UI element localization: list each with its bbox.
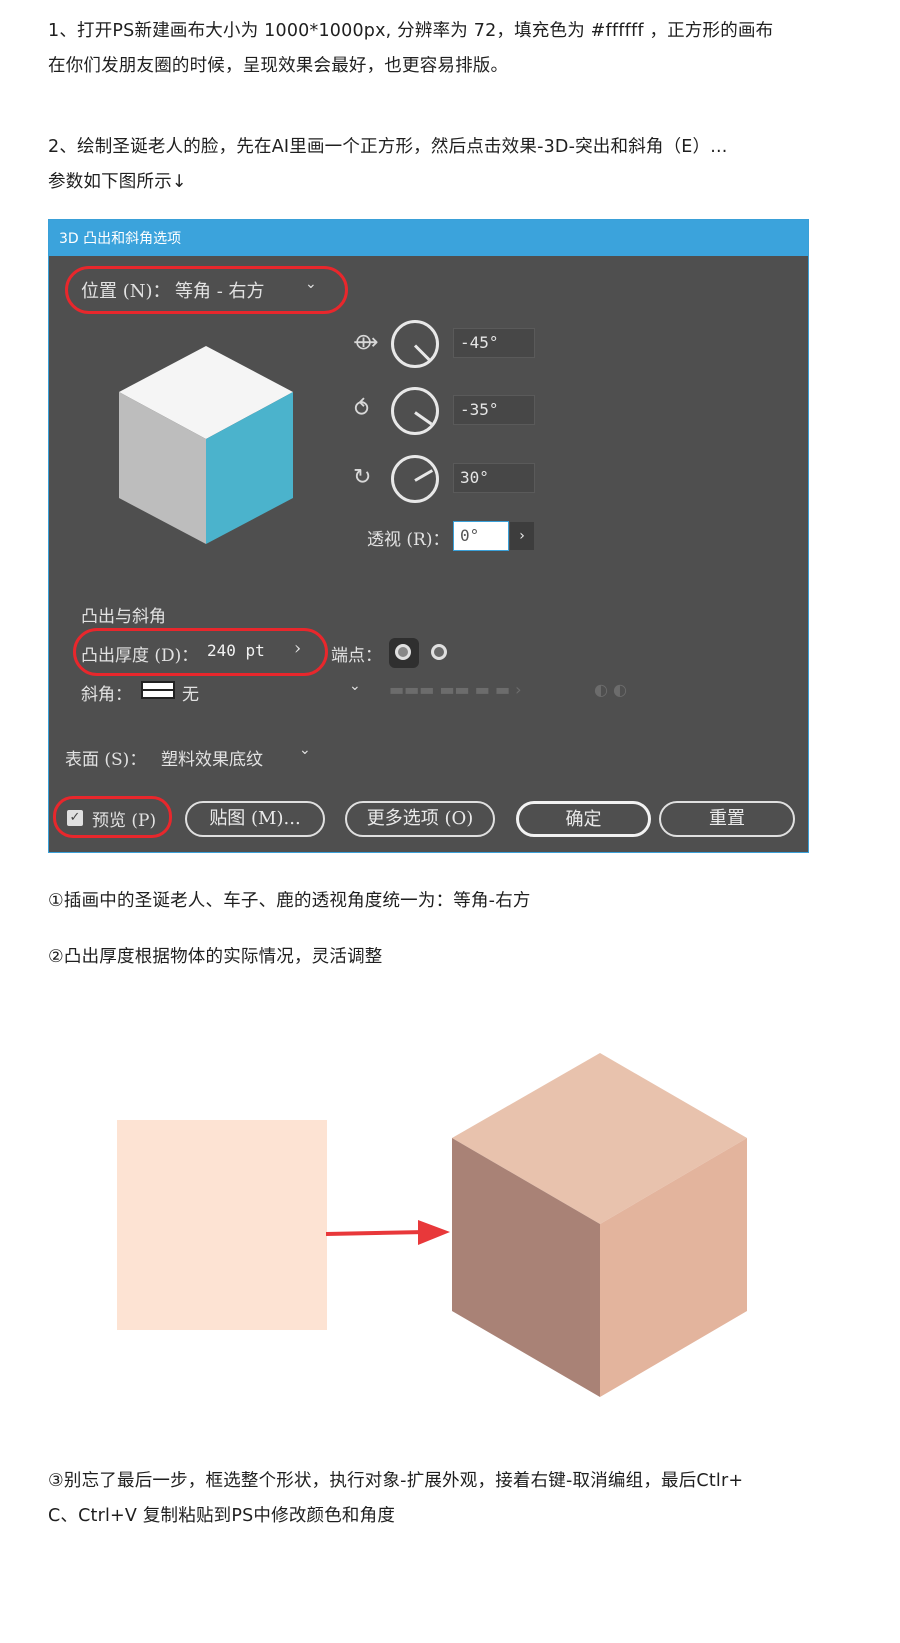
chevron-down-icon[interactable]: ⌄: [349, 678, 361, 694]
bevel-mode-disabled-icons: ◐ ◐: [594, 680, 628, 699]
intro-line-1: 1、打开PS新建画布大小为 1000*1000px, 分辨率为 72，填充色为 …: [48, 21, 774, 41]
cap-off-icon[interactable]: [425, 638, 455, 668]
ok-button[interactable]: 确定: [516, 801, 651, 837]
reset-button[interactable]: 重置: [659, 801, 795, 837]
position-label: 位置 (N)：: [81, 281, 171, 302]
chevron-down-icon[interactable]: ⌄: [305, 276, 317, 292]
isometric-cube: [452, 1053, 747, 1397]
map-button[interactable]: 贴图 (M)...: [185, 801, 325, 837]
chevron-down-icon[interactable]: ⌄: [299, 742, 311, 758]
3d-extrude-bevel-dialog: 3D 凸出和斜角选项 位置 (N)： 等角 - 右方 ⌄ ⟴ -45° ⥀ -3…: [48, 219, 809, 853]
surface-label: 表面 (S)：: [65, 750, 147, 770]
position-select[interactable]: 等角 - 右方: [175, 277, 265, 303]
rotation-z-dial[interactable]: [391, 455, 439, 503]
note-1: ①插画中的圣诞老人、车子、鹿的透视角度统一为：等角-右方: [48, 884, 828, 919]
checkbox-icon[interactable]: ✓: [67, 810, 83, 826]
rotation-y-dial[interactable]: [391, 387, 439, 435]
chevron-right-icon[interactable]: ›: [510, 522, 534, 550]
extrude-depth-input[interactable]: 240 pt: [201, 637, 283, 667]
preview-label: 预览 (P): [92, 811, 157, 831]
rotate-z-icon: ↻: [353, 465, 372, 490]
cap-label: 端点：: [331, 646, 382, 666]
perspective-label: 透视 (R)：: [367, 530, 450, 550]
step2-line-1: 2、绘制圣诞老人的脸，先在AI里画一个正方形，然后点击效果-3D-突出和斜角（E…: [48, 137, 728, 157]
note-2-text: ②凸出厚度根据物体的实际情况，灵活调整: [48, 947, 383, 967]
bevel-swatch: [141, 681, 175, 699]
rotate-x-icon: ⟴: [353, 330, 379, 355]
chevron-right-icon[interactable]: ›: [294, 638, 301, 659]
note-3-line-2: C、Ctrl+V 复制粘贴到PS中修改颜色和角度: [48, 1506, 396, 1526]
rotation-x-input[interactable]: -45°: [453, 328, 535, 358]
step2-paragraph: 2、绘制圣诞老人的脸，先在AI里画一个正方形，然后点击效果-3D-突出和斜角（E…: [48, 130, 828, 200]
rotation-y-input[interactable]: -35°: [453, 395, 535, 425]
dialog-title: 3D 凸出和斜角选项: [49, 220, 808, 256]
flat-square: [117, 1120, 327, 1330]
note-3: ③别忘了最后一步，框选整个形状，执行对象-扩展外观，接着右键-取消编组，最后Ct…: [48, 1464, 838, 1534]
note-3-line-1: ③别忘了最后一步，框选整个形状，执行对象-扩展外观，接着右键-取消编组，最后Ct…: [48, 1471, 744, 1491]
arrow-right-icon: [326, 1220, 450, 1245]
cap-on-icon[interactable]: [389, 638, 419, 668]
more-options-button[interactable]: 更多选项 (O): [345, 801, 495, 837]
intro-line-2: 在你们发朋友圈的时候，呈现效果会最好，也更容易排版。: [48, 56, 509, 76]
bevel-select[interactable]: 无: [182, 680, 199, 705]
extrude-section-title: 凸出与斜角: [81, 607, 166, 627]
bevel-label: 斜角：: [81, 685, 132, 705]
perspective-input[interactable]: 0°: [453, 521, 509, 551]
rotate-y-icon: ⥀: [354, 397, 370, 422]
cube-preview[interactable]: [119, 346, 294, 546]
note-1-text: ①插画中的圣诞老人、车子、鹿的透视角度统一为：等角-右方: [48, 891, 531, 911]
rotation-x-dial[interactable]: [391, 320, 439, 368]
step2-line-2: 参数如下图所示↓: [48, 172, 187, 192]
bevel-height-disabled: ▬▬▬ ▬▬ ▬ ▬ ›: [389, 680, 522, 699]
note-2: ②凸出厚度根据物体的实际情况，灵活调整: [48, 940, 828, 975]
rotation-z-input[interactable]: 30°: [453, 463, 535, 493]
extrude-depth-label: 凸出厚度 (D)：: [81, 646, 199, 666]
surface-select[interactable]: 塑料效果底纹: [161, 745, 263, 770]
intro-paragraph: 1、打开PS新建画布大小为 1000*1000px, 分辨率为 72，填充色为 …: [48, 14, 828, 84]
